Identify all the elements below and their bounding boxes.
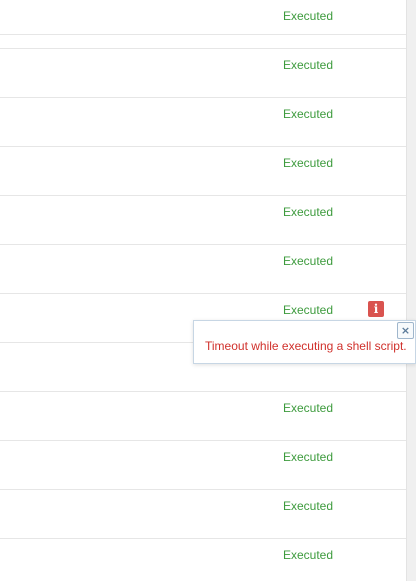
table-row: Executed (0, 98, 406, 170)
table-row: Executed (0, 490, 406, 562)
table-row: Executed (0, 392, 406, 464)
error-popover: Timeout while executing a shell script. … (193, 320, 416, 364)
status-text: Executed (283, 548, 334, 562)
table-row: Executed (0, 147, 406, 219)
table-row: Executed (0, 49, 406, 121)
vertical-scrollbar[interactable] (406, 0, 416, 581)
close-icon[interactable]: × (397, 322, 414, 339)
table-row: Executed (0, 196, 406, 268)
error-message: Timeout while executing a shell script. (205, 339, 407, 353)
table-row: Executed (0, 0, 406, 72)
table-row: Executed i (0, 245, 406, 317)
execution-results-table: Executed Executed Executed Executed Exec… (0, 0, 406, 581)
table-row: Executed (0, 441, 406, 513)
